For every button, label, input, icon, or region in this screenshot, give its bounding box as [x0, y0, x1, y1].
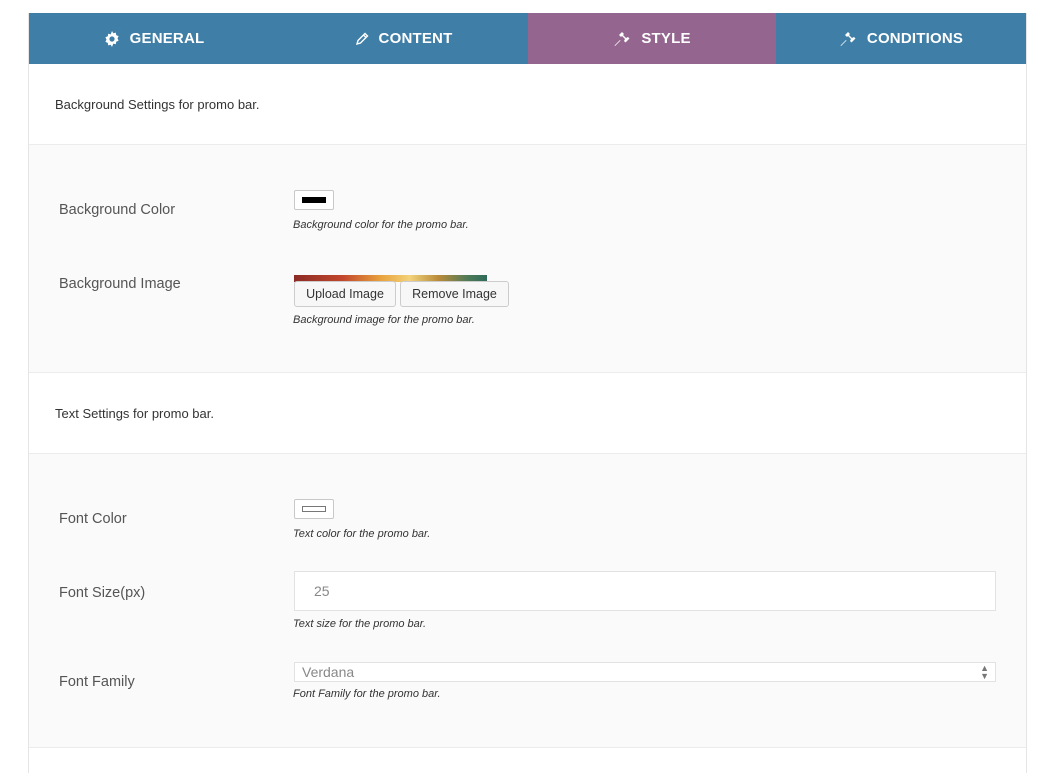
background-color-desc: Background color for the promo bar.: [293, 219, 469, 231]
background-settings-body: Background Color Background color for th…: [29, 145, 1026, 373]
tab-content[interactable]: CONTENT: [279, 13, 528, 64]
settings-panel: GENERAL CONTENT STYLE CONDITIONS Backgro…: [28, 13, 1027, 773]
font-color-picker[interactable]: [294, 499, 334, 519]
font-color-desc: Text color for the promo bar.: [293, 528, 431, 540]
remove-image-button[interactable]: Remove Image: [400, 281, 509, 307]
background-image-desc: Background image for the promo bar.: [293, 314, 475, 326]
background-settings-heading: Background Settings for promo bar.: [29, 64, 1026, 145]
font-family-label: Font Family: [59, 674, 135, 690]
font-family-desc: Font Family for the promo bar.: [293, 688, 441, 700]
tab-content-label: CONTENT: [378, 30, 453, 47]
text-settings-body: Font Color Text color for the promo bar.…: [29, 454, 1026, 748]
tab-conditions-label: CONDITIONS: [866, 30, 964, 47]
background-settings-heading-text: Background Settings for promo bar.: [55, 96, 260, 112]
background-color-swatch: [302, 197, 326, 203]
font-family-select[interactable]: Verdana ▲ ▼: [294, 662, 996, 682]
tab-general-label: GENERAL: [129, 30, 205, 47]
font-size-desc: Text size for the promo bar.: [293, 618, 427, 630]
pin-icon: [613, 31, 631, 47]
font-size-value: 25: [314, 583, 330, 599]
background-image-preview: [294, 269, 487, 282]
background-image-label: Background Image: [59, 276, 181, 292]
pencil-icon: [355, 32, 369, 46]
select-arrows-icon: ▲ ▼: [980, 663, 989, 681]
tab-bar: GENERAL CONTENT STYLE CONDITIONS: [29, 13, 1026, 64]
pin-icon: [839, 31, 857, 47]
tab-conditions[interactable]: CONDITIONS: [776, 13, 1026, 64]
text-settings-heading: Text Settings for promo bar.: [29, 373, 1026, 454]
upload-image-button[interactable]: Upload Image: [294, 281, 396, 307]
text-settings-heading-text: Text Settings for promo bar.: [55, 405, 214, 421]
background-color-picker[interactable]: [294, 190, 334, 210]
font-color-label: Font Color: [59, 511, 127, 527]
tab-style-label: STYLE: [641, 30, 691, 47]
background-color-label: Background Color: [59, 202, 176, 218]
font-family-value: Verdana: [302, 664, 355, 680]
tab-general[interactable]: GENERAL: [29, 13, 279, 64]
font-color-swatch: [302, 506, 326, 512]
font-size-label: Font Size(px): [59, 585, 146, 601]
gear-icon: [104, 30, 120, 47]
tab-style[interactable]: STYLE: [528, 13, 776, 64]
font-size-input[interactable]: 25: [294, 571, 996, 611]
